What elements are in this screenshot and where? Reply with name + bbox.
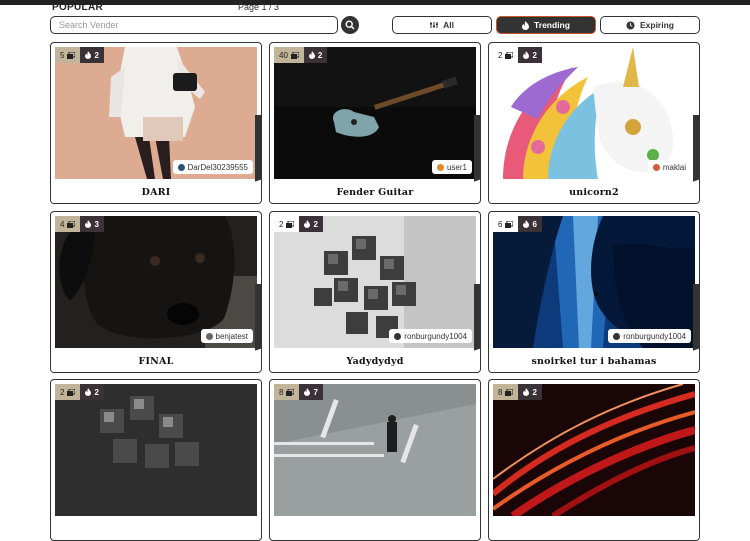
collection-card[interactable]: 2 2 maklai unicorn2 bbox=[488, 42, 700, 204]
card-title: unicorn2 bbox=[569, 187, 619, 198]
stack-icon bbox=[286, 388, 295, 396]
collection-card[interactable]: 4 3 benjatest FINAL bbox=[50, 211, 262, 373]
top-bar bbox=[0, 0, 750, 5]
page-heading: POPULAR bbox=[52, 2, 103, 13]
stack-count-badge: 4 bbox=[55, 216, 81, 232]
likes-badge: 2 bbox=[518, 47, 542, 63]
likes-badge: 2 bbox=[80, 47, 104, 63]
stack-count-badge: 8 bbox=[493, 384, 519, 400]
collection-card[interactable]: 2 2 bbox=[50, 379, 262, 541]
avatar bbox=[177, 163, 185, 171]
stack-count-badge: 6 bbox=[493, 216, 519, 232]
fire-icon bbox=[304, 388, 311, 396]
clock-icon bbox=[626, 21, 635, 29]
likes-badge: 2 bbox=[303, 47, 328, 63]
fire-icon bbox=[522, 20, 530, 30]
stack-icon bbox=[505, 388, 514, 396]
collection-card[interactable]: 8 7 bbox=[269, 379, 481, 541]
avatar bbox=[436, 163, 444, 171]
stack-count-badge: 8 bbox=[274, 384, 300, 400]
likes-badge: 2 bbox=[80, 384, 104, 400]
stack-count-badge: 5 bbox=[55, 47, 81, 63]
card-image-man-on-road bbox=[274, 384, 476, 516]
collection-card[interactable]: 6 6 ronburgundy1004 snoirkel tur i baham… bbox=[488, 211, 700, 373]
creator-chip[interactable]: ronburgundy1004 bbox=[608, 329, 691, 343]
filter-expiring-label: Expiring bbox=[639, 20, 674, 30]
filter-all-label: All bbox=[443, 20, 454, 30]
fire-icon bbox=[308, 51, 315, 59]
avatar bbox=[394, 332, 402, 340]
creator-chip[interactable]: ronburgundy1004 bbox=[389, 329, 472, 343]
card-title: Yadydydyd bbox=[346, 356, 404, 367]
filter-expiring-button[interactable]: Expiring bbox=[600, 16, 700, 34]
stack-count-badge: 2 bbox=[274, 216, 300, 232]
search-input[interactable] bbox=[50, 16, 338, 34]
card-title: DARI bbox=[141, 187, 171, 198]
page-indicator: Page 1 / 3 bbox=[238, 2, 280, 12]
filter-trending-label: Trending bbox=[534, 20, 570, 30]
stack-icon bbox=[505, 51, 514, 59]
stack-count-badge: 40 bbox=[274, 47, 304, 63]
likes-badge: 2 bbox=[518, 384, 542, 400]
collection-card[interactable]: 40 2 user1 Fender Guitar bbox=[269, 42, 481, 204]
creator-chip[interactable]: DarDel30239555 bbox=[172, 160, 253, 174]
stack-icon bbox=[67, 51, 76, 59]
card-image-light-streaks bbox=[493, 384, 695, 516]
likes-badge: 6 bbox=[518, 216, 542, 232]
card-title: Fender Guitar bbox=[336, 187, 414, 198]
avatar bbox=[205, 332, 213, 340]
collection-card[interactable]: 2 2 ronburgundy1004 Yadydydyd bbox=[269, 211, 481, 373]
fire-icon bbox=[523, 220, 530, 228]
stack-icon bbox=[290, 51, 299, 59]
search-icon bbox=[345, 20, 355, 30]
stack-count-badge: 2 bbox=[55, 384, 81, 400]
stack-icon bbox=[67, 220, 76, 228]
card-image-cubes-sculpture bbox=[55, 384, 257, 516]
stack-icon bbox=[67, 388, 76, 396]
creator-chip[interactable]: user1 bbox=[431, 160, 472, 174]
filter-icon bbox=[430, 22, 439, 28]
creator-chip[interactable]: maklai bbox=[647, 160, 691, 174]
likes-badge: 7 bbox=[299, 384, 323, 400]
collection-card[interactable]: 5 2 DarDel30239555 DARI bbox=[50, 42, 262, 204]
stack-count-badge: 2 bbox=[493, 47, 519, 63]
card-title: FINAL bbox=[138, 356, 174, 367]
fire-icon bbox=[85, 388, 92, 396]
stack-icon bbox=[286, 220, 295, 228]
collection-card[interactable]: 8 2 bbox=[488, 379, 700, 541]
fire-icon bbox=[304, 220, 311, 228]
fire-icon bbox=[523, 388, 530, 396]
creator-chip[interactable]: benjatest bbox=[200, 329, 253, 343]
card-title: snoirkel tur i bahamas bbox=[531, 356, 657, 367]
stack-icon bbox=[505, 220, 514, 228]
avatar bbox=[652, 163, 660, 171]
likes-badge: 2 bbox=[299, 216, 323, 232]
search-button[interactable] bbox=[341, 16, 359, 34]
fire-icon bbox=[85, 220, 92, 228]
avatar bbox=[613, 332, 621, 340]
likes-badge: 3 bbox=[80, 216, 104, 232]
fire-icon bbox=[85, 51, 92, 59]
filter-trending-button[interactable]: Trending bbox=[496, 16, 596, 34]
fire-icon bbox=[523, 51, 530, 59]
filter-all-button[interactable]: All bbox=[392, 16, 492, 34]
